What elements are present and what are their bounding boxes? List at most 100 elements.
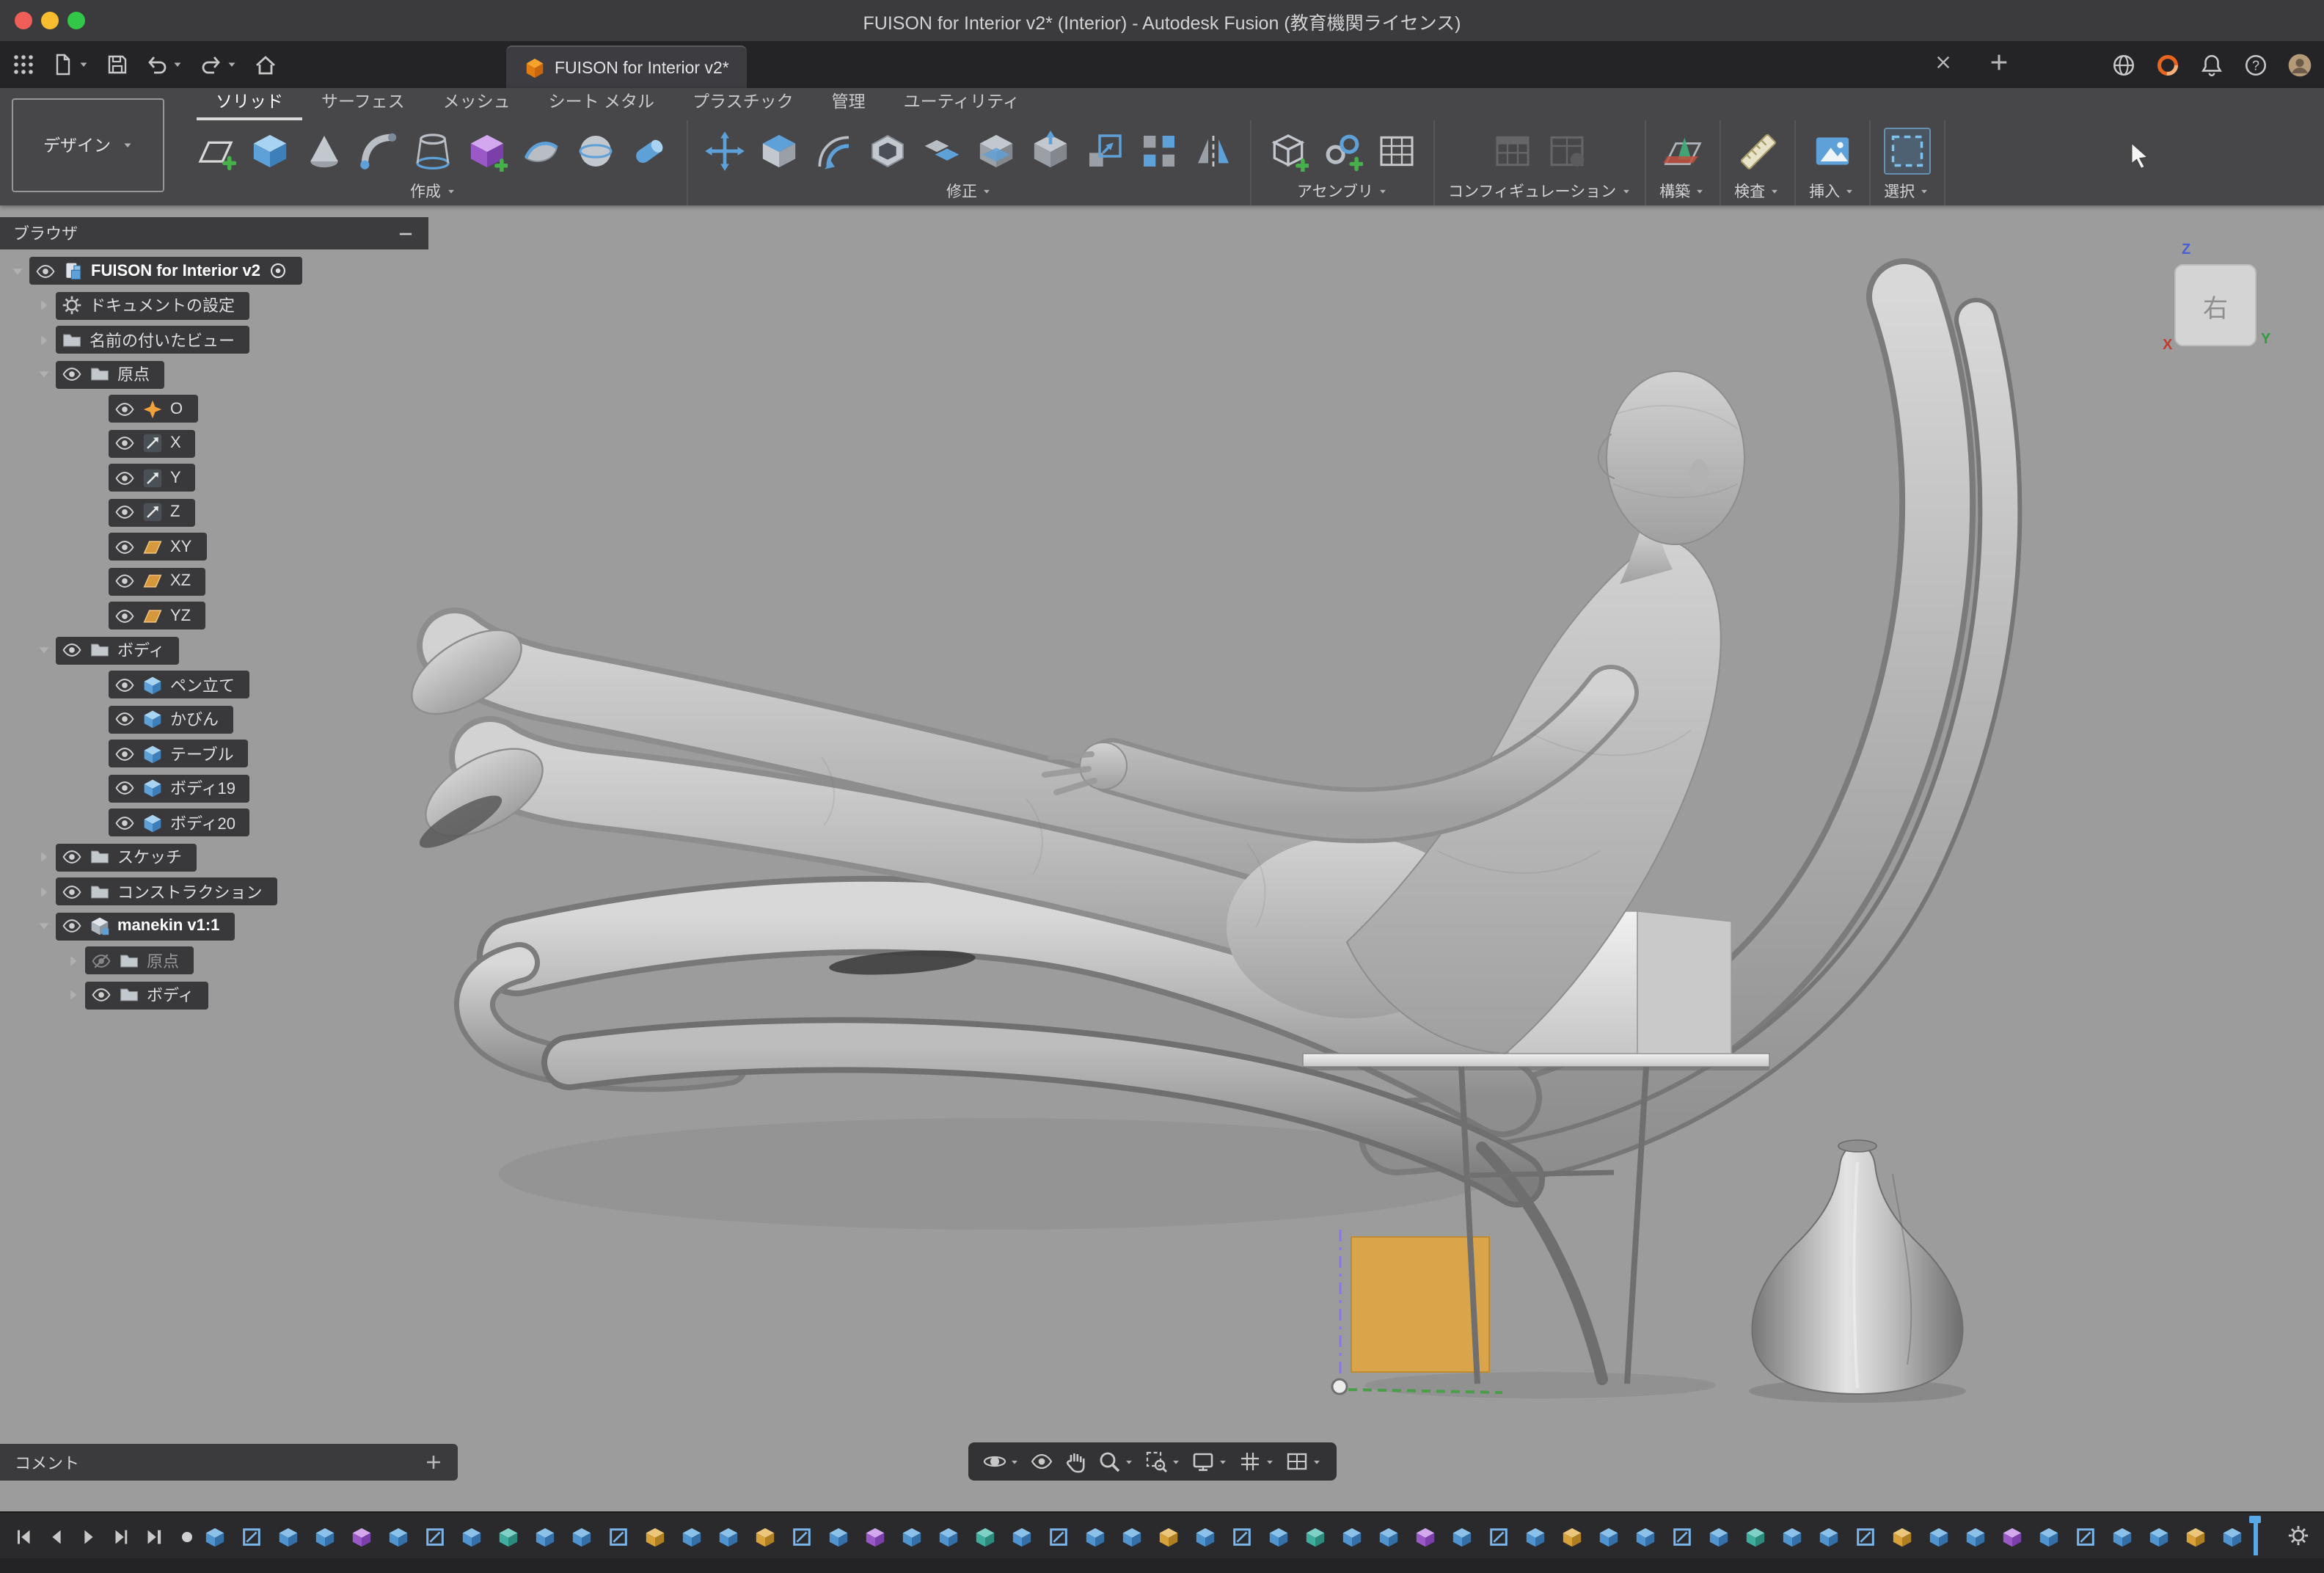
browser-item-body-19[interactable]: ボディ19 xyxy=(0,771,428,806)
timeline-feature-16[interactable] xyxy=(789,1523,814,1550)
browser-item-construction[interactable]: コンストラクション xyxy=(0,875,428,909)
ribbon-tab-2[interactable]: メッシュ xyxy=(424,88,530,120)
timeline-feature-29[interactable] xyxy=(1266,1523,1291,1550)
tool-sphere-tool[interactable] xyxy=(572,127,619,174)
timeline-feature-32[interactable] xyxy=(1376,1523,1401,1550)
tool-insert-image[interactable] xyxy=(1808,127,1855,174)
maximize-window-button[interactable] xyxy=(67,12,85,29)
timeline-feature-46[interactable] xyxy=(1890,1523,1915,1550)
timeline-feature-31[interactable] xyxy=(1340,1523,1364,1550)
tool-measure-tool[interactable] xyxy=(1733,127,1780,174)
timeline-feature-9[interactable] xyxy=(533,1523,558,1550)
timeline-feature-28[interactable] xyxy=(1229,1523,1254,1550)
group-label-select[interactable]: 選択 xyxy=(1884,179,1929,202)
browser-item-doc-settings[interactable]: ドキュメントの設定 xyxy=(0,288,428,323)
timeline-feature-3[interactable] xyxy=(313,1523,337,1550)
browser-item-bodies[interactable]: ボディ xyxy=(0,633,428,668)
timeline-feature-34[interactable] xyxy=(1450,1523,1475,1550)
timeline-feature-4[interactable] xyxy=(349,1523,374,1550)
timeline-position-marker[interactable] xyxy=(2254,1517,2257,1555)
file-menu-button[interactable] xyxy=(51,53,89,76)
tool-scale-tool[interactable] xyxy=(1081,127,1128,174)
browser-item-axis-x[interactable]: X xyxy=(0,426,428,461)
timeline-feature-43[interactable] xyxy=(1780,1523,1805,1550)
timeline-feature-44[interactable] xyxy=(1816,1523,1841,1550)
tool-form-tool[interactable] xyxy=(464,127,511,174)
timeline-feature-13[interactable] xyxy=(679,1523,704,1550)
timeline-feature-8[interactable] xyxy=(496,1523,521,1550)
tool-sweep-tool[interactable] xyxy=(355,127,402,174)
timeline-feature-36[interactable] xyxy=(1523,1523,1548,1550)
tool-create-sketch[interactable] xyxy=(192,127,239,174)
timeline-feature-24[interactable] xyxy=(1083,1523,1108,1550)
browser-item-axis-z[interactable]: Z xyxy=(0,495,428,530)
timeline-feature-0[interactable] xyxy=(202,1523,227,1550)
group-label-insert[interactable]: 挿入 xyxy=(1809,179,1855,202)
tool-pattern-tool[interactable] xyxy=(1136,127,1183,174)
browser-item-manekin-bodies[interactable]: ボディ xyxy=(0,978,428,1012)
tl-fwd-button[interactable] xyxy=(110,1525,132,1547)
visibility-on-icon[interactable] xyxy=(62,847,82,868)
nav-display-settings-button[interactable] xyxy=(1191,1450,1228,1473)
tree-expand-icon[interactable] xyxy=(35,297,53,315)
timeline-feature-54[interactable] xyxy=(2183,1523,2208,1550)
nav-grid-settings-button[interactable] xyxy=(1238,1450,1275,1473)
visibility-on-icon[interactable] xyxy=(91,985,112,1006)
tool-move-tool[interactable] xyxy=(701,127,748,174)
close-tab-icon[interactable] xyxy=(1934,53,1953,72)
home-view-button[interactable] xyxy=(254,53,277,76)
timeline-feature-14[interactable] xyxy=(716,1523,741,1550)
profile-button[interactable] xyxy=(2287,52,2312,77)
browser-item-plane-xy[interactable]: XY xyxy=(0,530,428,564)
add-comment-icon[interactable] xyxy=(424,1453,443,1472)
timeline-feature-6[interactable] xyxy=(423,1523,447,1550)
timeline-feature-48[interactable] xyxy=(1963,1523,1988,1550)
visibility-on-icon[interactable] xyxy=(62,882,82,902)
visibility-on-icon[interactable] xyxy=(62,365,82,385)
timeline-feature-19[interactable] xyxy=(899,1523,924,1550)
tl-play-button[interactable] xyxy=(78,1525,100,1547)
tool-cylinder-tool[interactable] xyxy=(626,127,673,174)
tool-loft-tool[interactable] xyxy=(409,127,456,174)
side-table[interactable] xyxy=(1303,1054,1769,1070)
tool-joint-tool[interactable] xyxy=(1319,127,1366,174)
tool-fillet-tool[interactable] xyxy=(810,127,857,174)
visibility-on-icon[interactable] xyxy=(62,916,82,937)
tool-mirror-tool[interactable] xyxy=(1190,127,1237,174)
tree-expand-icon[interactable] xyxy=(35,849,53,866)
group-label-inspect[interactable]: 検査 xyxy=(1734,179,1780,202)
tool-config-table2[interactable] xyxy=(1543,127,1590,174)
timeline-feature-26[interactable] xyxy=(1156,1523,1181,1550)
nav-look-at-button[interactable] xyxy=(1030,1450,1053,1473)
timeline-feature-52[interactable] xyxy=(2110,1523,2135,1550)
browser-item-body-20[interactable]: ボディ20 xyxy=(0,806,428,840)
group-label-configure[interactable]: コンフィギュレーション xyxy=(1448,179,1631,202)
timeline-feature-33[interactable] xyxy=(1413,1523,1438,1550)
timeline-feature-49[interactable] xyxy=(2000,1523,2025,1550)
visibility-on-icon[interactable] xyxy=(114,744,135,764)
timeline-feature-2[interactable] xyxy=(276,1523,301,1550)
undo-button[interactable] xyxy=(145,53,183,76)
timeline-feature-5[interactable] xyxy=(386,1523,411,1550)
timeline-feature-23[interactable] xyxy=(1046,1523,1071,1550)
job-status-button[interactable] xyxy=(2155,52,2180,77)
timeline-feature-51[interactable] xyxy=(2073,1523,2098,1550)
group-label-create[interactable]: 作成 xyxy=(410,179,456,202)
tree-expand-icon[interactable] xyxy=(35,883,53,901)
visibility-on-icon[interactable] xyxy=(114,434,135,454)
help-button[interactable]: ? xyxy=(2243,52,2268,77)
visibility-on-icon[interactable] xyxy=(114,572,135,592)
timeline-feature-53[interactable] xyxy=(2146,1523,2171,1550)
browser-item-origin[interactable]: 原点 xyxy=(0,357,428,392)
browser-item-body-vase[interactable]: かびん xyxy=(0,702,428,737)
timeline-feature-35[interactable] xyxy=(1486,1523,1511,1550)
minimize-window-button[interactable] xyxy=(41,12,59,29)
nav-orbit-button[interactable] xyxy=(983,1450,1020,1473)
tool-config-table[interactable] xyxy=(1489,127,1536,174)
tool-split-tool[interactable] xyxy=(973,127,1020,174)
nav-zoom-window-button[interactable] xyxy=(1144,1450,1181,1473)
nav-zoom-button[interactable] xyxy=(1097,1450,1134,1473)
collapse-panel-icon[interactable] xyxy=(396,224,415,243)
visibility-on-icon[interactable] xyxy=(114,709,135,730)
timeline-feature-10[interactable] xyxy=(569,1523,594,1550)
